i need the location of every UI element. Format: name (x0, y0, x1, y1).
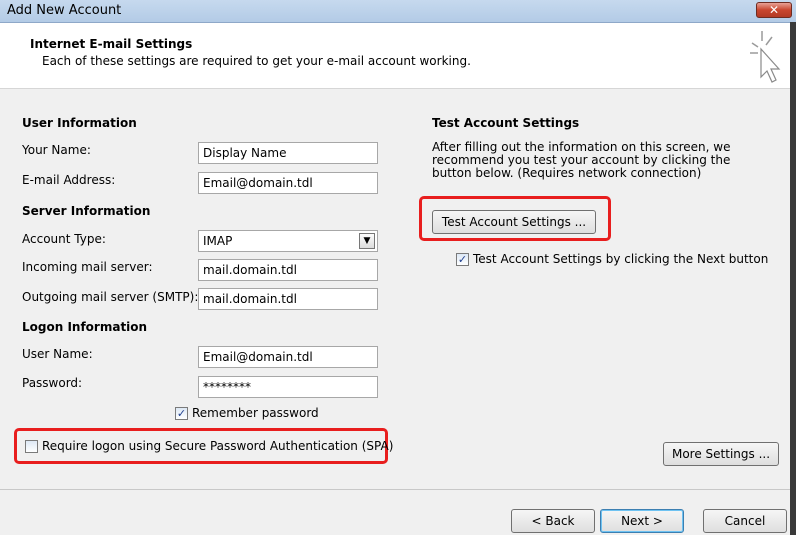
account-type-value: IMAP (203, 234, 233, 248)
header-title: Internet E-mail Settings (30, 37, 193, 51)
spa-checkbox[interactable] (25, 440, 38, 453)
test-on-next-label: Test Account Settings by clicking the Ne… (473, 252, 769, 266)
account-type-select[interactable]: IMAP ▼ (198, 230, 378, 252)
window-edge (790, 22, 796, 535)
back-button[interactable]: < Back (511, 509, 595, 533)
name-label: Your Name: (22, 143, 91, 157)
cursor-sparkle-icon (750, 31, 781, 83)
password-label: Password: (22, 376, 83, 390)
remember-password-checkbox[interactable]: ✓ (175, 407, 188, 420)
incoming-server-label: Incoming mail server: (22, 260, 153, 274)
more-settings-button[interactable]: More Settings ... (663, 442, 779, 466)
incoming-server-input[interactable]: mail.domain.tdl (198, 259, 378, 281)
outgoing-server-input[interactable]: mail.domain.tdl (198, 288, 378, 310)
test-settings-heading: Test Account Settings (432, 116, 580, 130)
footer-divider (0, 489, 796, 490)
outgoing-server-label: Outgoing mail server (SMTP): (22, 290, 199, 304)
add-new-account-dialog: Add New Account ✕ Internet E-mail Settin… (0, 0, 796, 535)
chevron-down-icon[interactable]: ▼ (359, 233, 375, 249)
window-title: Add New Account (7, 3, 122, 18)
email-input[interactable]: Email@domain.tdl (198, 172, 378, 194)
user-info-heading: User Information (22, 116, 137, 130)
close-button[interactable]: ✕ (756, 2, 792, 18)
username-label: User Name: (22, 347, 93, 361)
password-input[interactable]: ******** (198, 376, 378, 398)
test-account-settings-button[interactable]: Test Account Settings ... (432, 210, 596, 234)
username-input[interactable]: Email@domain.tdl (198, 346, 378, 368)
email-label: E-mail Address: (22, 173, 116, 187)
server-info-heading: Server Information (22, 204, 151, 218)
header-subtitle: Each of these settings are required to g… (42, 54, 471, 68)
test-on-next-checkbox[interactable]: ✓ (456, 253, 469, 266)
title-bar: Add New Account ✕ (0, 0, 796, 23)
test-settings-description: After filling out the information on thi… (432, 140, 731, 180)
cancel-button[interactable]: Cancel (703, 509, 787, 533)
spa-label: Require logon using Secure Password Auth… (42, 439, 394, 453)
next-button[interactable]: Next > (600, 509, 684, 533)
wizard-header: Internet E-mail Settings Each of these s… (0, 23, 796, 89)
logon-info-heading: Logon Information (22, 320, 148, 334)
name-input[interactable]: Display Name (198, 142, 378, 164)
remember-password-label: Remember password (192, 406, 319, 420)
account-type-label: Account Type: (22, 232, 106, 246)
